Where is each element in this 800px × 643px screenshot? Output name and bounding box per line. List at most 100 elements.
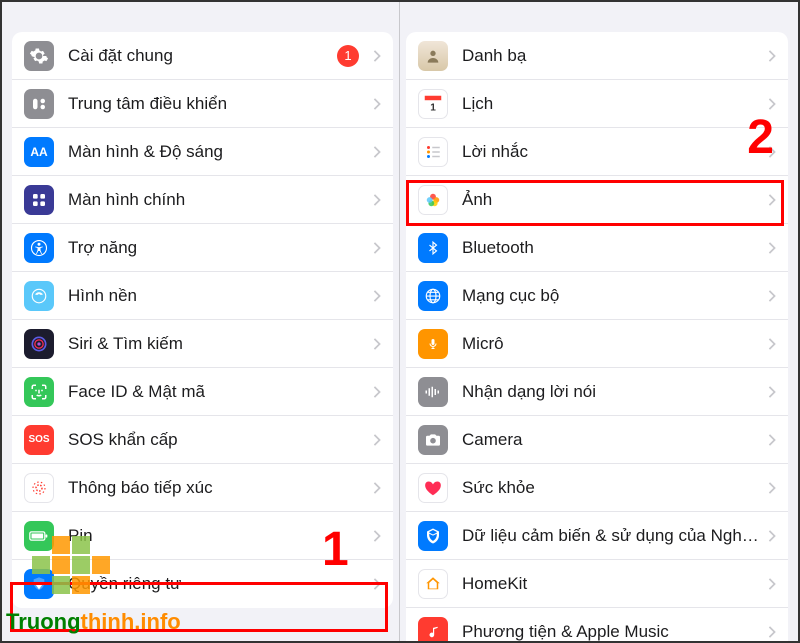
chevron-right-icon bbox=[768, 50, 776, 62]
row-label: Nhận dạng lời nói bbox=[462, 382, 760, 402]
privacy-icon bbox=[24, 569, 54, 599]
chevron-right-icon bbox=[373, 434, 381, 446]
row-label: Face ID & Mật mã bbox=[68, 382, 365, 402]
sos-icon: SOS bbox=[24, 425, 54, 455]
chevron-right-icon bbox=[768, 434, 776, 446]
row-general[interactable]: Cài đặt chung 1 bbox=[12, 32, 393, 80]
row-label: Ảnh bbox=[462, 190, 760, 210]
row-label: Danh bạ bbox=[462, 46, 760, 66]
row-bluetooth[interactable]: Bluetooth bbox=[406, 224, 788, 272]
row-control-center[interactable]: Trung tâm điều khiển bbox=[12, 80, 393, 128]
bluetooth-icon bbox=[418, 233, 448, 263]
row-speech[interactable]: Nhận dạng lời nói bbox=[406, 368, 788, 416]
row-media[interactable]: Phương tiện & Apple Music bbox=[406, 608, 788, 641]
row-label: Micrô bbox=[462, 334, 760, 354]
row-label: Mạng cục bộ bbox=[462, 286, 760, 306]
row-label: Phương tiện & Apple Music bbox=[462, 622, 760, 641]
row-research[interactable]: Dữ liệu cảm biến & sử dụng của Nghiê... bbox=[406, 512, 788, 560]
faceid-icon bbox=[24, 377, 54, 407]
music-icon bbox=[418, 617, 448, 641]
row-sos[interactable]: SOS SOS khẩn cấp bbox=[12, 416, 393, 464]
home-grid-icon bbox=[24, 185, 54, 215]
chevron-right-icon bbox=[768, 194, 776, 206]
row-health[interactable]: Sức khỏe bbox=[406, 464, 788, 512]
chevron-right-icon bbox=[768, 530, 776, 542]
chevron-right-icon bbox=[373, 146, 381, 158]
row-siri[interactable]: Siri & Tìm kiếm bbox=[12, 320, 393, 368]
row-reminders[interactable]: Lời nhắc bbox=[406, 128, 788, 176]
camera-icon bbox=[418, 425, 448, 455]
row-label: Màn hình chính bbox=[68, 190, 365, 210]
row-label: Lịch bbox=[462, 94, 760, 114]
control-icon bbox=[24, 89, 54, 119]
siri-icon bbox=[24, 329, 54, 359]
row-accessibility[interactable]: Trợ năng bbox=[12, 224, 393, 272]
wallpaper-icon bbox=[24, 281, 54, 311]
network-icon bbox=[418, 281, 448, 311]
gear-icon bbox=[24, 41, 54, 71]
chevron-right-icon bbox=[768, 578, 776, 590]
chevron-right-icon bbox=[768, 290, 776, 302]
row-local-network[interactable]: Mạng cục bộ bbox=[406, 272, 788, 320]
row-exposure[interactable]: Thông báo tiếp xúc bbox=[12, 464, 393, 512]
row-photos[interactable]: Ảnh bbox=[406, 176, 788, 224]
row-label: SOS khẩn cấp bbox=[68, 430, 365, 450]
row-label: Camera bbox=[462, 430, 760, 450]
chevron-right-icon bbox=[373, 482, 381, 494]
row-label: Siri & Tìm kiếm bbox=[68, 334, 365, 354]
chevron-right-icon bbox=[768, 98, 776, 110]
photos-icon bbox=[418, 185, 448, 215]
chevron-right-icon bbox=[373, 290, 381, 302]
row-label: Quyền riêng tư bbox=[68, 574, 365, 594]
chevron-right-icon bbox=[373, 338, 381, 350]
accessibility-icon bbox=[24, 233, 54, 263]
research-icon bbox=[418, 521, 448, 551]
row-battery[interactable]: Pin bbox=[12, 512, 393, 560]
row-label: Thông báo tiếp xúc bbox=[68, 478, 365, 498]
row-microphone[interactable]: Micrô bbox=[406, 320, 788, 368]
row-label: Màn hình & Độ sáng bbox=[68, 142, 365, 162]
homekit-icon bbox=[418, 569, 448, 599]
row-label: Pin bbox=[68, 526, 365, 546]
row-home-screen[interactable]: Màn hình chính bbox=[12, 176, 393, 224]
row-label: Trung tâm điều khiển bbox=[68, 94, 365, 114]
calendar-icon: 1 bbox=[418, 89, 448, 119]
notification-badge: 1 bbox=[337, 45, 359, 67]
exposure-icon bbox=[24, 473, 54, 503]
chevron-right-icon bbox=[768, 626, 776, 638]
row-label: Bluetooth bbox=[462, 238, 760, 258]
chevron-right-icon bbox=[373, 578, 381, 590]
row-label: Sức khỏe bbox=[462, 478, 760, 498]
row-label: Cài đặt chung bbox=[68, 46, 337, 66]
row-label: Dữ liệu cảm biến & sử dụng của Nghiê... bbox=[462, 526, 760, 546]
contacts-icon bbox=[418, 41, 448, 71]
row-label: Trợ năng bbox=[68, 238, 365, 258]
row-faceid[interactable]: Face ID & Mật mã bbox=[12, 368, 393, 416]
battery-icon bbox=[24, 521, 54, 551]
chevron-right-icon bbox=[373, 98, 381, 110]
settings-left-pane: Cài đặt chung 1 Trung tâm điều khiển AA … bbox=[2, 2, 400, 641]
row-homekit[interactable]: HomeKit bbox=[406, 560, 788, 608]
chevron-right-icon bbox=[768, 338, 776, 350]
row-label: Hình nền bbox=[68, 286, 365, 306]
chevron-right-icon bbox=[373, 194, 381, 206]
display-icon: AA bbox=[24, 137, 54, 167]
row-privacy[interactable]: Quyền riêng tư bbox=[12, 560, 393, 608]
chevron-right-icon bbox=[373, 242, 381, 254]
mic-icon bbox=[418, 329, 448, 359]
speech-icon bbox=[418, 377, 448, 407]
chevron-right-icon bbox=[768, 386, 776, 398]
row-label: HomeKit bbox=[462, 574, 760, 594]
row-wallpaper[interactable]: Hình nền bbox=[12, 272, 393, 320]
row-contacts[interactable]: Danh bạ bbox=[406, 32, 788, 80]
row-camera[interactable]: Camera bbox=[406, 416, 788, 464]
chevron-right-icon bbox=[768, 482, 776, 494]
svg-text:1: 1 bbox=[430, 102, 436, 113]
chevron-right-icon bbox=[768, 146, 776, 158]
row-display[interactable]: AA Màn hình & Độ sáng bbox=[12, 128, 393, 176]
privacy-right-pane: Danh bạ 1 Lịch Lời nhắc Ảnh bbox=[400, 2, 798, 641]
reminders-icon bbox=[418, 137, 448, 167]
row-label: Lời nhắc bbox=[462, 142, 760, 162]
row-calendar[interactable]: 1 Lịch bbox=[406, 80, 788, 128]
chevron-right-icon bbox=[373, 50, 381, 62]
